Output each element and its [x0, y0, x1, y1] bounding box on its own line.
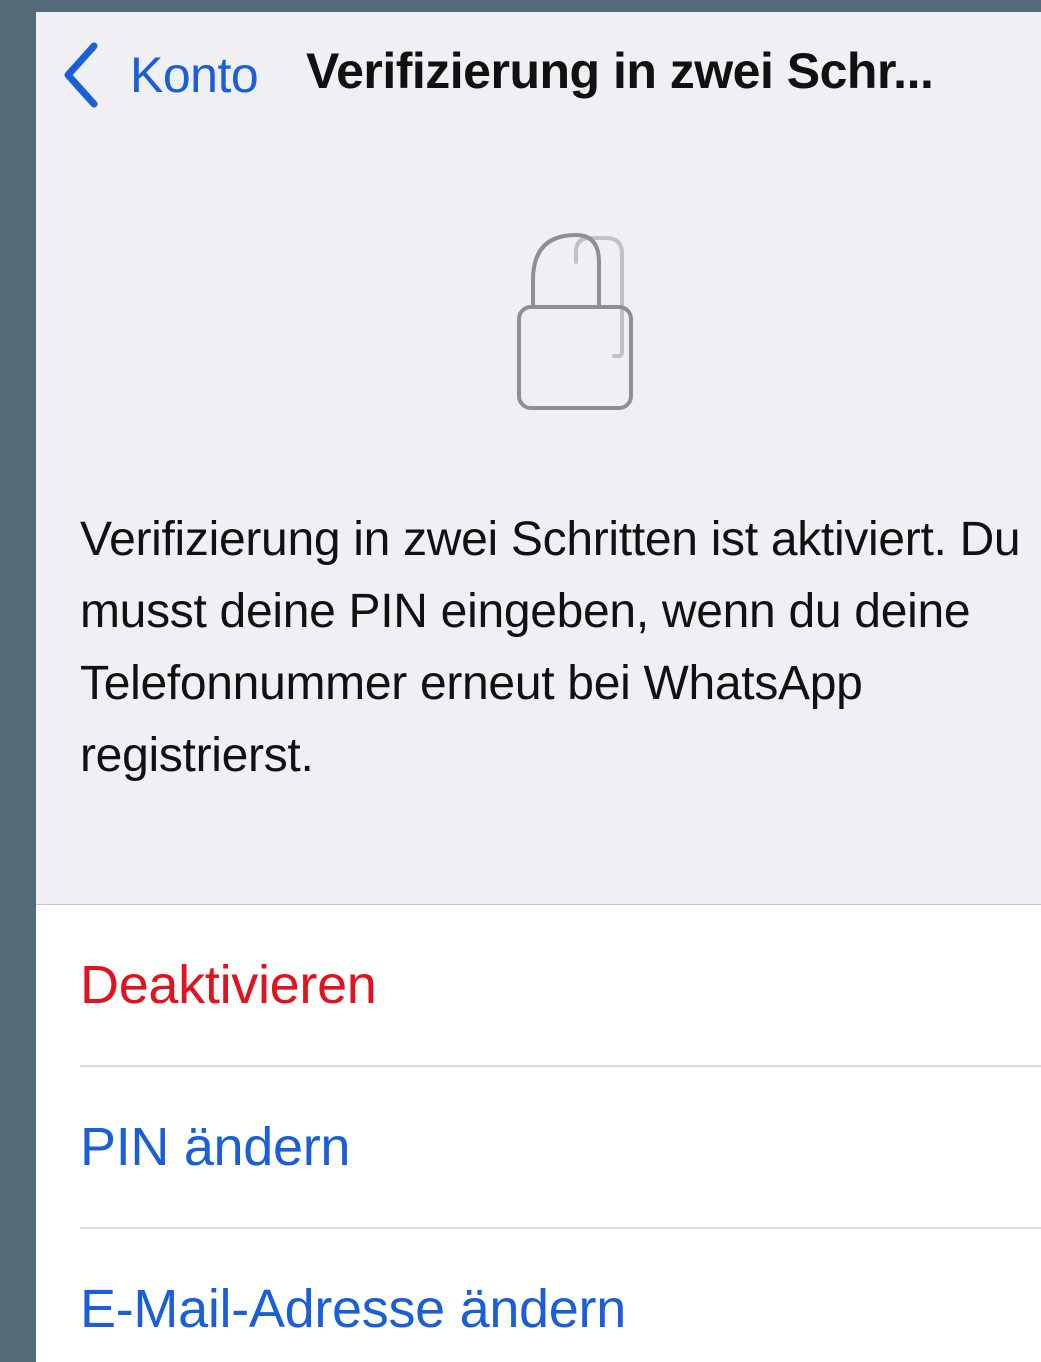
- screen: Konto Verifizierung in zwei Schr... Veri…: [36, 12, 1041, 1362]
- change-email-button[interactable]: E-Mail-Adresse ändern: [80, 1229, 1041, 1362]
- chevron-left-icon: [64, 42, 98, 108]
- description-text: Verifizierung in zwei Schritten ist akti…: [80, 513, 1021, 782]
- change-email-label: E-Mail-Adresse ändern: [80, 1279, 626, 1339]
- change-pin-button[interactable]: PIN ändern: [80, 1067, 1041, 1227]
- deactivate-label: Deaktivieren: [80, 955, 377, 1015]
- deactivate-button[interactable]: Deaktivieren: [80, 905, 1041, 1065]
- navigation-bar: Konto Verifizierung in zwei Schr...: [36, 12, 1041, 132]
- change-pin-label: PIN ändern: [80, 1117, 351, 1177]
- back-label: Konto: [130, 47, 259, 103]
- page-title: Verifizierung in zwei Schr...: [306, 43, 934, 99]
- back-button[interactable]: Konto: [60, 40, 259, 110]
- lock-icon: [517, 232, 633, 410]
- actions-list: Deaktivieren PIN ändern E-Mail-Adresse ä…: [36, 904, 1041, 1362]
